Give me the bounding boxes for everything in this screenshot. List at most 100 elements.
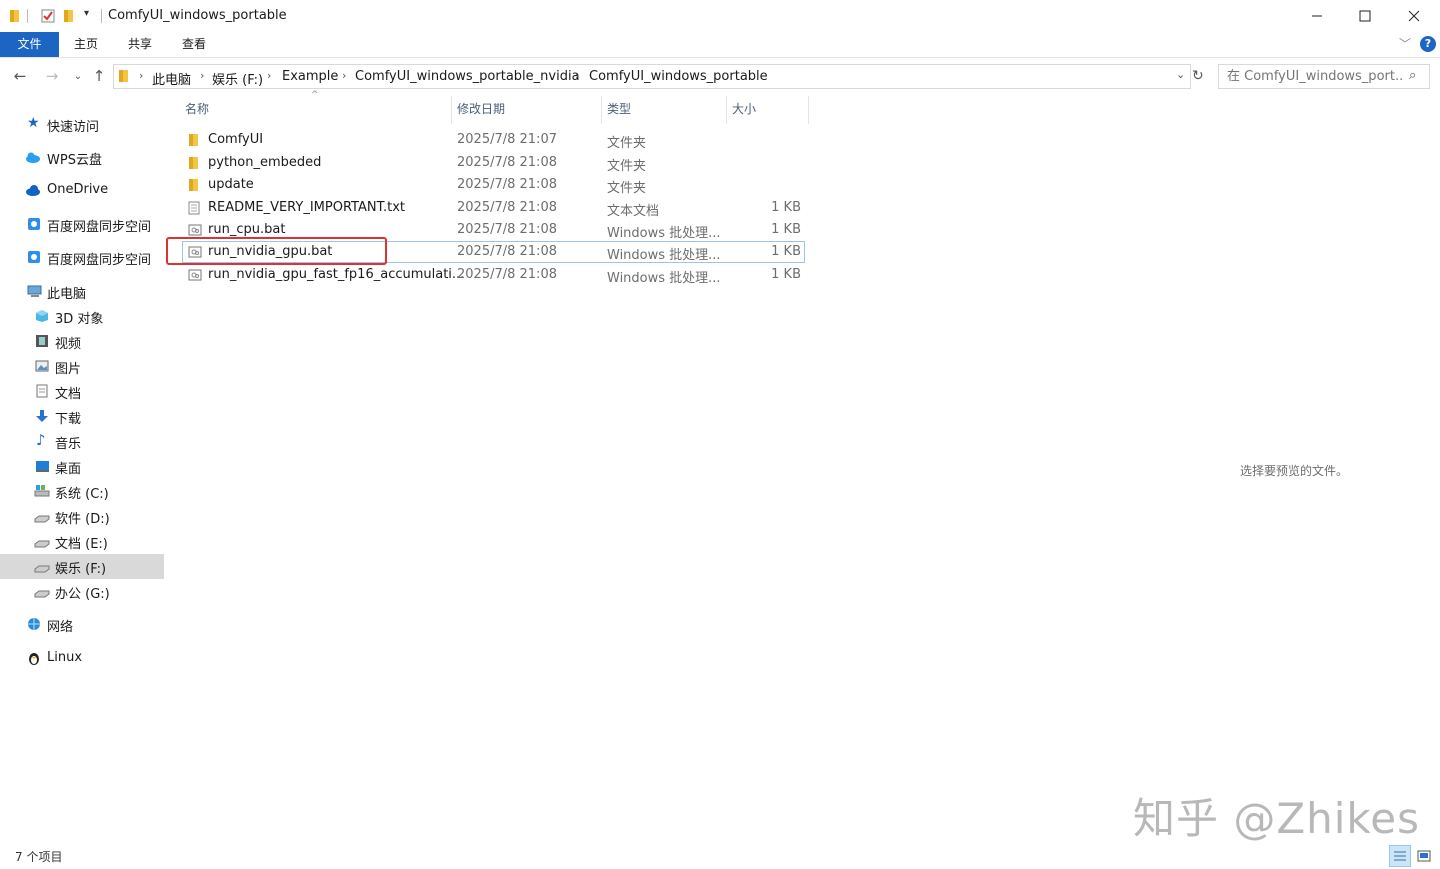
text-file-icon	[188, 201, 200, 215]
cube-icon	[35, 309, 49, 323]
breadcrumb-example[interactable]: Example	[282, 69, 338, 84]
up-arrow-icon: ↑	[92, 67, 106, 85]
folder-icon[interactable]	[9, 9, 21, 23]
sidebar-item-drive-g[interactable]: 办公 (G:)	[0, 579, 164, 604]
sidebar-item-linux[interactable]: Linux	[0, 646, 164, 671]
tab-file[interactable]: 文件	[0, 32, 59, 57]
column-header-type[interactable]: 类型	[607, 100, 631, 117]
breadcrumb-portable[interactable]: ComfyUI_windows_portable	[589, 69, 768, 84]
column-header-size[interactable]: 大小	[732, 100, 756, 117]
tab-share[interactable]: 共享	[117, 32, 163, 57]
new-folder-icon[interactable]	[63, 9, 75, 23]
breadcrumb-separator-icon[interactable]: ›	[139, 69, 143, 82]
address-dropdown-icon[interactable]: ⌄	[1176, 68, 1185, 81]
title-bar: ▾ ComfyUI_windows_portable	[0, 0, 1440, 32]
up-button[interactable]: ↑	[89, 66, 109, 86]
download-arrow-icon	[35, 409, 49, 423]
file-name: run_cpu.bat	[208, 222, 286, 237]
column-divider[interactable]	[808, 96, 809, 124]
file-name: run_nvidia_gpu_fast_fp16_accumulati...	[208, 267, 465, 282]
column-header-name[interactable]: 名称	[185, 100, 209, 117]
column-header-date[interactable]: 修改日期	[457, 100, 505, 117]
tab-view[interactable]: 查看	[171, 32, 217, 57]
breadcrumb-separator-icon[interactable]: ›	[342, 69, 346, 82]
folder-icon	[118, 69, 130, 87]
drive-icon	[34, 534, 50, 548]
sidebar-item-documents[interactable]: 文档	[0, 379, 164, 404]
sidebar-item-desktop[interactable]: 桌面	[0, 454, 164, 479]
file-row-run-nvidia-gpu-fast[interactable]: run_nvidia_gpu_fast_fp16_accumulati... 2…	[182, 264, 805, 286]
column-divider[interactable]	[451, 96, 452, 124]
sidebar-item-label: 此电脑	[47, 287, 87, 302]
cloud-icon	[25, 150, 40, 164]
properties-check-icon[interactable]	[41, 9, 55, 23]
sidebar-item-label: 软件 (D:)	[55, 512, 110, 527]
sidebar-item-drive-e[interactable]: 文档 (E:)	[0, 529, 164, 554]
close-button[interactable]	[1391, 0, 1437, 32]
details-view-button[interactable]	[1389, 845, 1411, 867]
close-icon	[1408, 10, 1420, 22]
tab-home[interactable]: 主页	[63, 32, 109, 57]
file-name: python_embeded	[208, 155, 322, 170]
file-name: update	[208, 177, 254, 192]
baidu-sync-icon	[27, 250, 41, 264]
sidebar-item-3d-objects[interactable]: 3D 对象	[0, 304, 164, 329]
penguin-icon	[27, 651, 41, 665]
back-button[interactable]: ←	[10, 66, 30, 86]
file-date: 2025/7/8 21:08	[457, 177, 557, 192]
file-row-python-embeded[interactable]: python_embeded 2025/7/8 21:08 文件夹	[182, 152, 805, 174]
folder-icon	[188, 178, 200, 192]
drive-icon	[34, 509, 50, 523]
file-type: 文件夹	[607, 181, 647, 196]
sidebar-item-downloads[interactable]: 下载	[0, 404, 164, 429]
file-name: ComfyUI	[208, 132, 264, 147]
sidebar-item-quick-access[interactable]: ★ 快速访问	[0, 112, 164, 137]
breadcrumb-separator-icon[interactable]: ›	[267, 69, 271, 82]
sidebar-item-pictures[interactable]: 图片	[0, 354, 164, 379]
file-row-update[interactable]: update 2025/7/8 21:08 文件夹	[182, 174, 805, 196]
sidebar-item-drive-f[interactable]: 娱乐 (F:)	[0, 554, 164, 579]
sidebar-item-network[interactable]: 网络	[0, 612, 164, 637]
back-arrow-icon: ←	[13, 67, 27, 85]
sidebar-item-label: 下载	[55, 412, 82, 427]
recent-locations-button[interactable]: ⌄	[68, 66, 88, 86]
minimize-button[interactable]	[1294, 0, 1340, 32]
search-box[interactable]: ⌕	[1218, 64, 1430, 89]
large-icons-view-button[interactable]	[1413, 845, 1435, 867]
breadcrumb-separator-icon[interactable]: ›	[200, 69, 204, 82]
sidebar-item-music[interactable]: ♪ 音乐	[0, 429, 164, 454]
file-size: 1 KB	[771, 200, 801, 215]
baidu-sync-icon	[27, 217, 41, 231]
file-row-comfyui[interactable]: ComfyUI 2025/7/8 21:07 文件夹	[182, 129, 805, 151]
column-divider[interactable]	[726, 96, 727, 124]
sidebar-item-drive-c[interactable]: 系统 (C:)	[0, 479, 164, 504]
address-bar[interactable]: › 此电脑 › 娱乐 (F:) › Example › ComfyUI_wind…	[113, 64, 1191, 89]
breadcrumb-this-pc[interactable]: 此电脑	[152, 69, 191, 88]
sidebar-item-videos[interactable]: 视频	[0, 329, 164, 354]
forward-button[interactable]: →	[42, 66, 62, 86]
search-icon[interactable]: ⌕	[1409, 68, 1416, 83]
file-type: Windows 批处理...	[607, 226, 721, 241]
breadcrumb-separator-icon[interactable]: ›	[575, 69, 579, 82]
sidebar-item-drive-d[interactable]: 软件 (D:)	[0, 504, 164, 529]
help-icon[interactable]: ?	[1420, 36, 1436, 52]
large-icons-view-icon	[1417, 850, 1431, 862]
sidebar-item-label: 文档	[55, 387, 82, 402]
sidebar-item-baidu-sync-1[interactable]: 百度网盘同步空间	[0, 212, 164, 237]
search-input[interactable]	[1227, 69, 1403, 84]
sidebar-item-label: 视频	[55, 337, 82, 352]
breadcrumb-portable-nvidia[interactable]: ComfyUI_windows_portable_nvidia	[355, 69, 580, 84]
expand-ribbon-icon[interactable]: ﹀	[1399, 35, 1411, 52]
sidebar-item-baidu-sync-2[interactable]: 百度网盘同步空间	[0, 245, 164, 270]
sidebar-item-onedrive[interactable]: OneDrive	[0, 178, 164, 203]
sidebar-item-this-pc[interactable]: 此电脑	[0, 279, 164, 304]
file-row-readme[interactable]: README_VERY_IMPORTANT.txt 2025/7/8 21:08…	[182, 197, 805, 219]
batch-file-icon	[188, 223, 202, 237]
music-note-icon: ♪	[36, 431, 46, 449]
sidebar-item-wps-cloud[interactable]: WPS云盘	[0, 145, 164, 170]
qat-dropdown-icon[interactable]: ▾	[84, 8, 89, 19]
column-divider[interactable]	[601, 96, 602, 124]
maximize-button[interactable]	[1342, 0, 1388, 32]
refresh-icon[interactable]: ↻	[1192, 68, 1204, 84]
breadcrumb-drive-f[interactable]: 娱乐 (F:)	[212, 69, 263, 88]
